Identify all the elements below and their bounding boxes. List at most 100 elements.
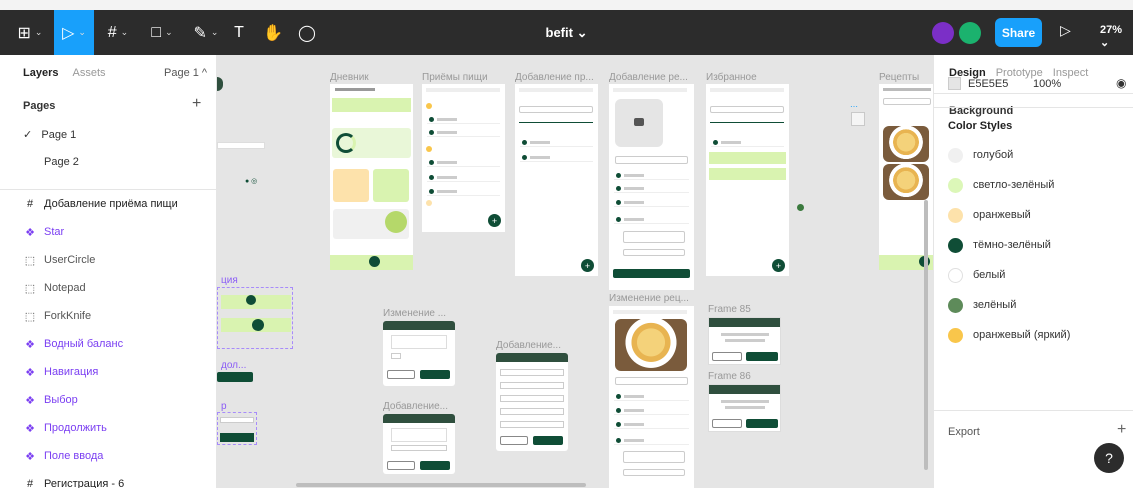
add-page-icon[interactable]: + [192, 95, 201, 113]
frame-label[interactable]: р [221, 401, 227, 412]
list-item[interactable] [427, 159, 500, 167]
list-item-highlight[interactable] [709, 168, 786, 180]
frame-85-dialog[interactable] [708, 317, 781, 365]
shape-tool-icon[interactable]: □ ⌄ [144, 10, 180, 55]
frame-diary[interactable] [330, 84, 413, 270]
frame-add-breakfast[interactable]: + [515, 84, 598, 276]
frame-label[interactable]: Добавление ре... [609, 72, 688, 83]
frame-favorites[interactable]: + [706, 84, 789, 276]
color-style-item[interactable]: голубой [948, 146, 1013, 164]
list-item[interactable] [520, 154, 593, 162]
page-item-2[interactable]: Page 2 [44, 156, 79, 168]
layer-item[interactable]: ❖ Продолжить [23, 418, 107, 438]
eye-icon[interactable]: ◉ [1116, 76, 1126, 90]
help-icon[interactable]: ? [1094, 443, 1124, 473]
tab-layers[interactable]: Layers [23, 67, 58, 79]
list-item[interactable] [711, 139, 784, 147]
horizontal-scrollbar[interactable] [296, 483, 586, 487]
partial-element[interactable] [217, 142, 265, 149]
save-button[interactable] [420, 370, 450, 379]
frame-label[interactable]: Изменение ... [383, 308, 446, 319]
list-item[interactable] [614, 216, 689, 224]
share-button[interactable]: Share [995, 18, 1042, 47]
layer-item[interactable]: ❖ Выбор [23, 390, 78, 410]
layer-item[interactable]: ⬚ Notepad [23, 278, 86, 298]
save-button[interactable] [533, 436, 563, 445]
frame-add-recipe[interactable] [609, 84, 694, 290]
frame-label[interactable]: дол... [221, 360, 246, 371]
vertical-scrollbar[interactable] [924, 200, 928, 470]
list-item[interactable] [427, 188, 500, 196]
save-button[interactable] [420, 461, 450, 470]
background-swatch[interactable] [948, 77, 961, 90]
page-selector[interactable]: Page 1 ^ [164, 67, 207, 79]
color-style-item[interactable]: тёмно-зелёный [948, 236, 1051, 254]
recipe-image[interactable] [883, 126, 929, 162]
list-item-highlight[interactable] [709, 152, 786, 164]
pen-tool-icon[interactable]: ✎ ⌄ [188, 10, 224, 55]
layer-item[interactable]: ⬚ ForkKnife [23, 306, 91, 326]
list-item[interactable] [520, 139, 593, 147]
component-set[interactable] [217, 412, 257, 445]
frame-new-product[interactable] [496, 353, 568, 451]
confirm-button[interactable] [746, 419, 778, 428]
frame-label[interactable]: Frame 86 [708, 371, 751, 382]
figma-menu-icon[interactable]: ⊞ ⌄ [14, 10, 46, 55]
list-item[interactable] [614, 185, 689, 193]
layer-item[interactable]: ❖ Поле ввода [23, 446, 103, 466]
frame-label[interactable]: Добавление... [383, 401, 448, 412]
partial-element[interactable] [217, 77, 223, 91]
layer-item[interactable]: # Регистрация - 6 [23, 474, 125, 488]
list-item[interactable] [614, 172, 689, 180]
frame-edit-product[interactable] [383, 321, 455, 386]
frame-label[interactable]: Добавление пр... [515, 72, 594, 83]
more-icon[interactable]: ⋯ [850, 102, 858, 111]
frame-label[interactable]: Рецепты [879, 72, 919, 83]
frame-label[interactable]: Добавление... [496, 340, 561, 351]
frame-label[interactable]: Дневник [330, 72, 369, 83]
color-style-item[interactable]: оранжевый [948, 206, 1031, 224]
frame-label[interactable]: Избранное [706, 72, 757, 83]
frame-add-product-2[interactable] [383, 414, 455, 474]
add-export-icon[interactable]: + [1117, 421, 1126, 439]
background-hex[interactable]: E5E5E5 [968, 78, 1008, 90]
continue-button[interactable] [217, 372, 253, 382]
list-item[interactable] [614, 199, 689, 207]
cancel-button[interactable] [387, 370, 415, 379]
list-item[interactable] [614, 393, 689, 401]
add-fab-icon[interactable]: + [488, 214, 501, 227]
cancel-button[interactable] [712, 352, 742, 361]
layer-item[interactable]: ❖ Навигация [23, 362, 98, 382]
list-item[interactable] [427, 174, 500, 182]
file-title[interactable]: befit ⌄ [546, 25, 588, 41]
list-item[interactable] [614, 407, 689, 415]
add-fab-icon[interactable]: + [581, 259, 594, 272]
cancel-button[interactable] [712, 419, 742, 428]
text-tool-icon[interactable]: T [228, 10, 250, 55]
layer-item[interactable]: # Добавление приёма пищи [23, 194, 178, 214]
layer-item[interactable]: ⬚ UserCircle [23, 250, 96, 270]
add-meal-card[interactable] [333, 169, 369, 202]
frame-tool-icon[interactable]: # ⌄ [100, 10, 136, 55]
frame-label[interactable]: ция [221, 275, 238, 286]
list-item[interactable] [614, 421, 689, 429]
canvas[interactable]: Дневник Приёмы пищи Добавление пр... Доб… [217, 55, 933, 488]
add-note-card[interactable] [373, 169, 409, 202]
background-opacity[interactable]: 100% [1033, 78, 1061, 90]
frame-edit-recipe[interactable] [609, 306, 694, 488]
color-style-item[interactable]: зелёный [948, 296, 1016, 314]
comment-tool-icon[interactable]: ◯ [296, 10, 318, 55]
avatar[interactable] [959, 22, 981, 44]
recipe-image[interactable] [615, 319, 687, 371]
list-item[interactable] [427, 129, 500, 137]
color-style-item[interactable]: оранжевый (яркий) [948, 326, 1070, 344]
layer-item[interactable]: ❖ Водный баланс [23, 334, 123, 354]
list-item[interactable] [427, 116, 500, 124]
move-tool-icon[interactable]: ▷ ⌄ [54, 10, 94, 55]
component-set[interactable] [217, 287, 293, 349]
color-style-item[interactable]: белый [948, 266, 1005, 284]
small-frame[interactable] [851, 112, 865, 126]
image-placeholder[interactable] [615, 99, 663, 147]
zoom-level[interactable]: 27% ⌄ [1100, 24, 1133, 49]
save-button[interactable] [613, 269, 690, 278]
